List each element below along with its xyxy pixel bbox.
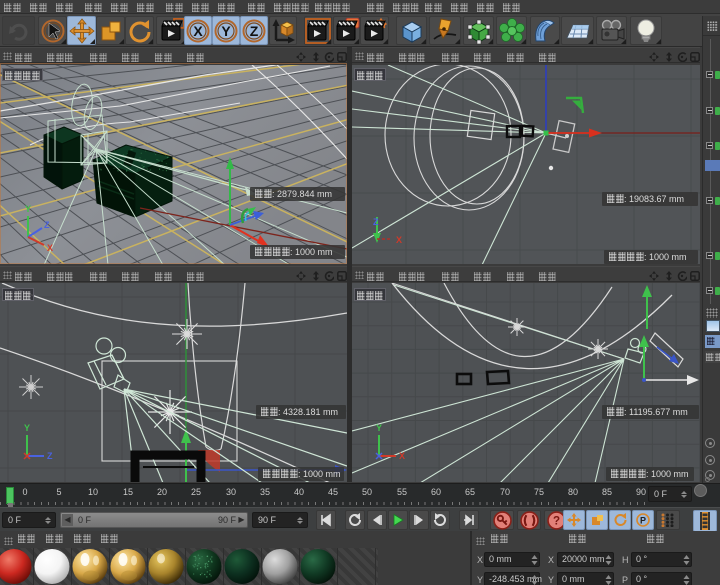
svg-text:Y: Y	[25, 204, 31, 214]
svg-text:X: X	[399, 451, 405, 461]
svg-text:Z: Z	[44, 220, 50, 230]
svg-text:Y: Y	[221, 23, 231, 39]
svg-text:?: ?	[552, 514, 559, 527]
svg-text:X: X	[47, 243, 53, 253]
svg-text:Z: Z	[373, 217, 379, 227]
svg-text:P: P	[640, 516, 646, 526]
svg-text:Y: Y	[376, 423, 382, 433]
svg-text:Z: Z	[250, 23, 259, 39]
svg-text:Z: Z	[47, 451, 53, 461]
svg-text:X: X	[396, 235, 402, 245]
svg-text:Y: Y	[24, 423, 30, 433]
svg-text:X: X	[193, 23, 203, 39]
